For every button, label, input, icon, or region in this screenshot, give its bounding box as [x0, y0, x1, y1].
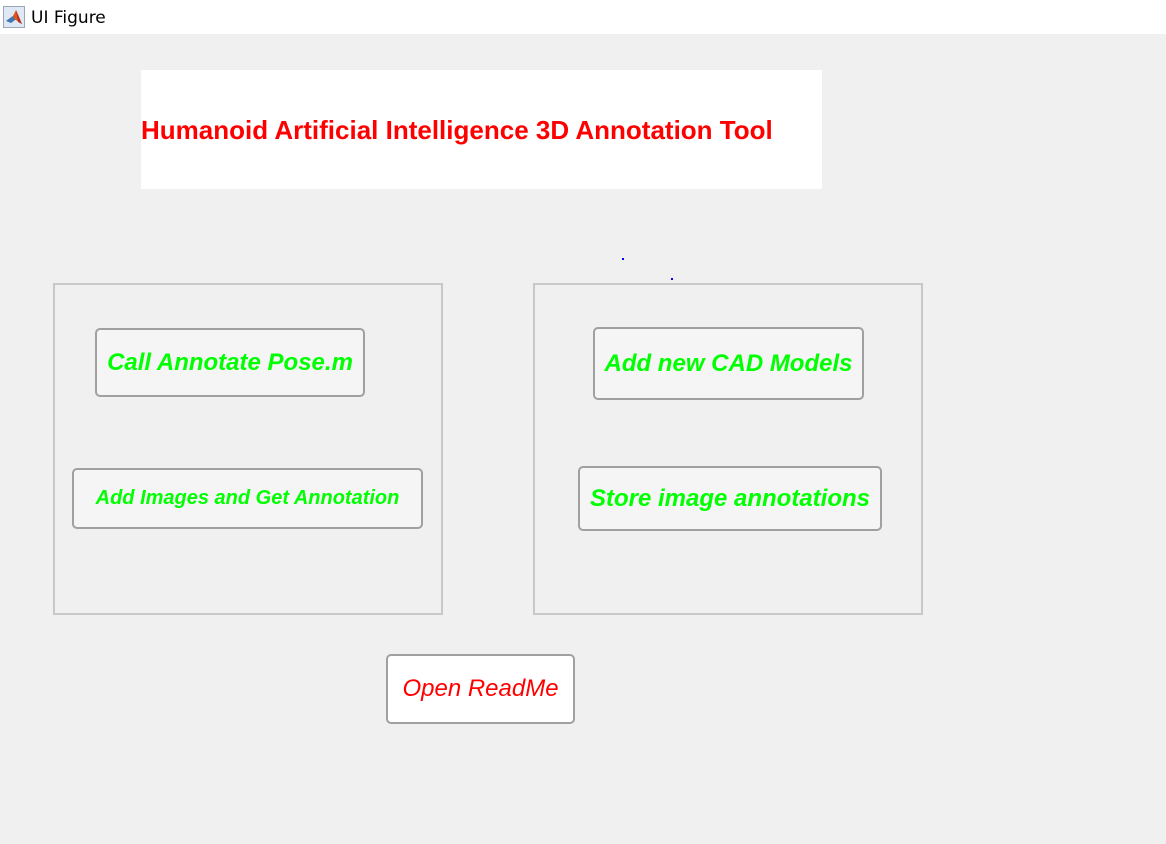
marker-dot [671, 278, 673, 280]
window-title: UI Figure [31, 8, 106, 28]
add-cad-models-button[interactable]: Add new CAD Models [593, 327, 864, 400]
window-titlebar: UI Figure [0, 0, 1166, 34]
app-title: Humanoid Artificial Intelligence 3D Anno… [141, 115, 773, 145]
header-panel: Humanoid Artificial Intelligence 3D Anno… [141, 70, 822, 189]
call-annotate-pose-button[interactable]: Call Annotate Pose.m [95, 328, 365, 397]
open-readme-button[interactable]: Open ReadMe [386, 654, 575, 724]
add-images-button[interactable]: Add Images and Get Annotation [72, 468, 423, 529]
figure-canvas: Humanoid Artificial Intelligence 3D Anno… [0, 34, 1166, 844]
store-annotations-button[interactable]: Store image annotations [578, 466, 882, 531]
marker-dot [622, 258, 624, 260]
matlab-icon [3, 6, 25, 28]
